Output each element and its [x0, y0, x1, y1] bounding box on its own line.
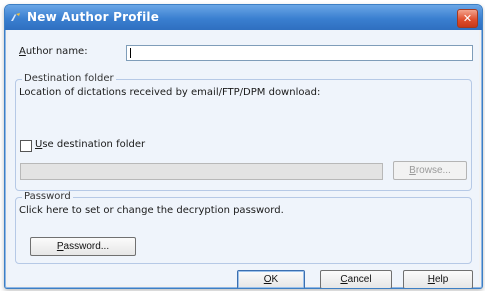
- password-button[interactable]: Password...: [30, 237, 136, 256]
- password-group: Password Click here to set or change the…: [15, 191, 472, 264]
- dialog-window: New Author Profile ✕ Author name: Destin…: [4, 4, 483, 289]
- author-name-input[interactable]: [126, 45, 473, 61]
- destination-path-field: [20, 163, 383, 180]
- help-button[interactable]: Help: [403, 270, 473, 288]
- use-destination-checkbox[interactable]: [20, 140, 32, 152]
- password-description: Click here to set or change the decrypti…: [19, 205, 284, 216]
- browse-button[interactable]: Browse...: [393, 161, 467, 180]
- cancel-button[interactable]: Cancel: [320, 270, 392, 288]
- dialog-title: New Author Profile: [27, 10, 160, 24]
- app-icon: [11, 13, 20, 21]
- dialog-body: Author name: Destination folder Location…: [8, 30, 479, 288]
- close-button[interactable]: ✕: [457, 9, 478, 28]
- destination-description: Location of dictations received by email…: [19, 87, 321, 98]
- password-legend: Password: [22, 191, 73, 202]
- title-bar[interactable]: New Author Profile ✕: [5, 5, 482, 30]
- destination-folder-legend: Destination folder: [22, 73, 116, 84]
- destination-folder-group: Destination folder Location of dictation…: [15, 73, 472, 191]
- text-caret: [130, 48, 131, 58]
- author-name-label: Author name:: [19, 46, 88, 57]
- ok-button[interactable]: OK: [237, 270, 305, 288]
- use-destination-label[interactable]: Use destination folder: [35, 139, 145, 150]
